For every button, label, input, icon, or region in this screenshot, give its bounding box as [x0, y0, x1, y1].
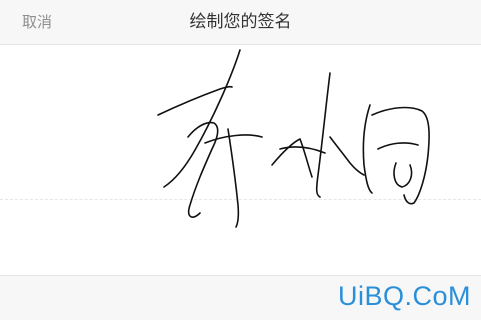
page-title: 绘制您的签名: [189, 12, 292, 32]
signature-stroke: [393, 162, 413, 188]
signature-drawing: [157, 49, 430, 228]
signature-stroke: [227, 128, 240, 228]
signature-screen: 取消 绘制您的签名 UiBQ.CoM: [0, 0, 481, 320]
signature-stroke: [315, 72, 331, 198]
signature-stroke: [362, 104, 373, 194]
signature-stroke: [271, 138, 313, 178]
signature-stroke: [377, 142, 419, 150]
signature-stroke: [371, 106, 430, 205]
signature-stroke: [204, 134, 263, 144]
signature-stroke: [163, 49, 241, 188]
signature-stroke: [157, 85, 233, 116]
signature-stroke: [329, 136, 365, 176]
site-watermark: UiBQ.CoM: [337, 281, 471, 311]
nav-bar: 取消 绘制您的签名: [0, 0, 481, 45]
signature-canvas[interactable]: [0, 45, 481, 275]
